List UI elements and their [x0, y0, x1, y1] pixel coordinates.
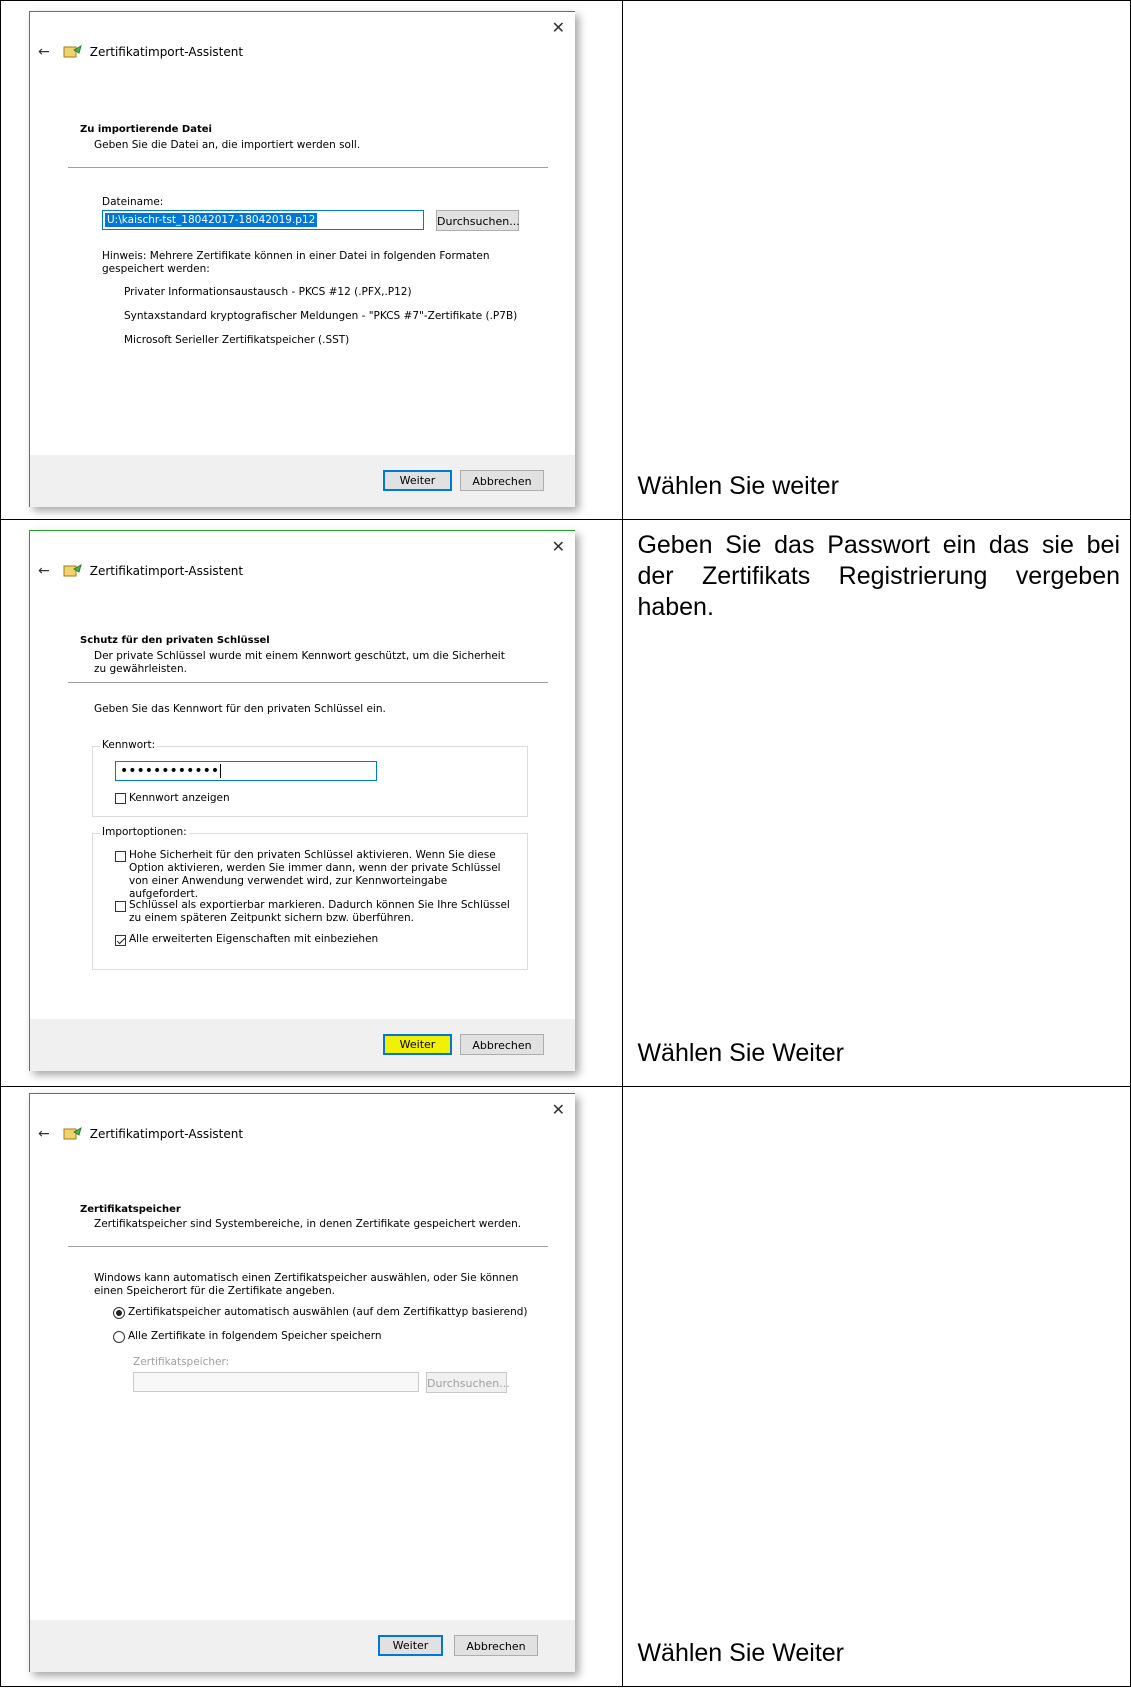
section-title: Schutz für den privaten Schlüssel	[80, 635, 270, 646]
dialog-title: Zertifikatimport-Assistent	[89, 45, 244, 59]
separator	[68, 1246, 548, 1247]
cancel-button[interactable]: Abbrechen	[460, 470, 544, 491]
password-prompt: Geben Sie das Kennwort für den privaten …	[94, 703, 386, 715]
certificate-wizard-icon	[63, 563, 82, 577]
dialog-footer: Weiter Abbrechen	[30, 455, 575, 507]
certificate-wizard-icon	[63, 44, 82, 58]
exportable-checkbox[interactable]	[115, 901, 126, 912]
hint-text: Hinweis: Mehrere Zertifikate können in e…	[102, 250, 490, 275]
dialog-footer: Weiter Abbrechen	[30, 1620, 575, 1672]
certificate-store-dialog: ✕ ← Zertifikatimport-Assistent Zertifika…	[29, 1093, 575, 1672]
text-caret	[220, 764, 221, 778]
section-subtitle: Der private Schlüssel wurde mit einem Ke…	[94, 650, 505, 675]
instruction-bottom: Wählen Sie Weiter	[637, 1639, 845, 1667]
separator	[68, 682, 548, 683]
password-group	[92, 746, 528, 817]
import-file-dialog: ✕ ← Zertifikatimport-Assistent Zu import…	[29, 11, 575, 507]
password-label: Kennwort:	[100, 739, 158, 751]
next-button[interactable]: Weiter	[383, 1034, 452, 1055]
instruction-bottom: Wählen Sie Weiter	[637, 1039, 845, 1067]
instruction-bottom: Wählen Sie weiter	[637, 472, 839, 500]
dialog-footer: Weiter Abbrechen	[30, 1019, 575, 1071]
back-arrow-icon[interactable]: ←	[38, 563, 50, 579]
close-icon[interactable]: ✕	[552, 537, 565, 556]
cancel-button[interactable]: Abbrechen	[454, 1635, 538, 1656]
dialog-title: Zertifikatimport-Assistent	[89, 1127, 244, 1141]
password-value: ••••••••••••	[120, 763, 220, 779]
store-label: Zertifikatspeicher:	[133, 1356, 230, 1368]
browse-button[interactable]: Durchsuchen...	[436, 210, 520, 231]
format-item: Microsoft Serieller Zertifikatspeicher (…	[124, 334, 350, 346]
screenshot-cell: ✕ ← Zertifikatimport-Assistent Zu import…	[0, 0, 624, 520]
high-security-label: Hohe Sicherheit für den privaten Schlüss…	[129, 849, 501, 900]
filename-value: U:\kaischr-tst_18042017-18042019.p12	[105, 213, 318, 227]
close-icon[interactable]: ✕	[552, 18, 565, 37]
screenshot-cell: ✕ ← Zertifikatimport-Assistent Zertifika…	[0, 1086, 624, 1687]
close-icon[interactable]: ✕	[552, 1100, 565, 1119]
dialog-titlebar: ← Zertifikatimport-Assistent	[38, 563, 243, 579]
password-input[interactable]: ••••••••••••	[115, 761, 377, 781]
filename-input[interactable]: U:\kaischr-tst_18042017-18042019.p12	[102, 210, 424, 230]
dialog-titlebar: ← Zertifikatimport-Assistent	[38, 44, 243, 60]
instruction-cell: Wählen Sie weiter	[622, 0, 1131, 520]
private-key-dialog: ✕ ← Zertifikatimport-Assistent Schutz fü…	[29, 530, 575, 1071]
separator	[68, 167, 548, 168]
back-arrow-icon[interactable]: ←	[38, 1126, 50, 1142]
dialog-title: Zertifikatimport-Assistent	[89, 564, 244, 578]
instruction-top: Geben Sie das Passwort ein das sie bei d…	[637, 531, 1120, 621]
show-password-label: Kennwort anzeigen	[129, 792, 230, 804]
filename-label: Dateiname:	[102, 196, 164, 208]
instruction-cell: Wählen Sie Weiter	[622, 1086, 1131, 1687]
section-subtitle: Zertifikatspeicher sind Systembereiche, …	[94, 1218, 522, 1230]
exportable-label: Schlüssel als exportierbar markieren. Da…	[129, 899, 510, 924]
dialog-titlebar: ← Zertifikatimport-Assistent	[38, 1126, 243, 1142]
format-item: Syntaxstandard kryptografischer Meldunge…	[124, 310, 518, 322]
radio-auto-label: Zertifikatspeicher automatisch auswählen…	[128, 1306, 528, 1318]
format-item: Privater Informationsaustausch - PKCS #1…	[124, 286, 412, 298]
cancel-button[interactable]: Abbrechen	[460, 1034, 544, 1055]
section-title: Zu importierende Datei	[80, 124, 212, 135]
section-subtitle: Geben Sie die Datei an, die importiert w…	[94, 139, 361, 151]
store-intro: Windows kann automatisch einen Zertifika…	[94, 1272, 519, 1297]
radio-manual-store[interactable]	[113, 1331, 125, 1343]
screenshot-cell: ✕ ← Zertifikatimport-Assistent Schutz fü…	[0, 519, 624, 1087]
extended-properties-label: Alle erweiterten Eigenschaften mit einbe…	[129, 933, 379, 945]
next-button[interactable]: Weiter	[378, 1635, 443, 1656]
radio-auto-store[interactable]	[113, 1307, 125, 1319]
store-input[interactable]	[133, 1372, 419, 1392]
show-password-checkbox[interactable]	[115, 793, 126, 804]
certificate-wizard-icon	[63, 1126, 82, 1140]
high-security-checkbox[interactable]	[115, 851, 126, 862]
back-arrow-icon[interactable]: ←	[38, 44, 50, 60]
radio-manual-label: Alle Zertifikate in folgendem Speicher s…	[128, 1330, 382, 1342]
import-options-label: Importoptionen:	[100, 826, 189, 838]
extended-properties-checkbox[interactable]	[115, 935, 126, 946]
next-button[interactable]: Weiter	[383, 470, 452, 491]
instruction-cell: Geben Sie das Passwort ein das sie bei d…	[622, 519, 1131, 1087]
instruction-table: ✕ ← Zertifikatimport-Assistent Zu import…	[0, 0, 1131, 1687]
section-title: Zertifikatspeicher	[80, 1204, 181, 1215]
table-row: ✕ ← Zertifikatimport-Assistent Schutz fü…	[0, 519, 1131, 1087]
table-row: ✕ ← Zertifikatimport-Assistent Zertifika…	[0, 1086, 1131, 1687]
browse-button[interactable]: Durchsuchen...	[426, 1372, 510, 1393]
table-row: ✕ ← Zertifikatimport-Assistent Zu import…	[0, 0, 1131, 520]
